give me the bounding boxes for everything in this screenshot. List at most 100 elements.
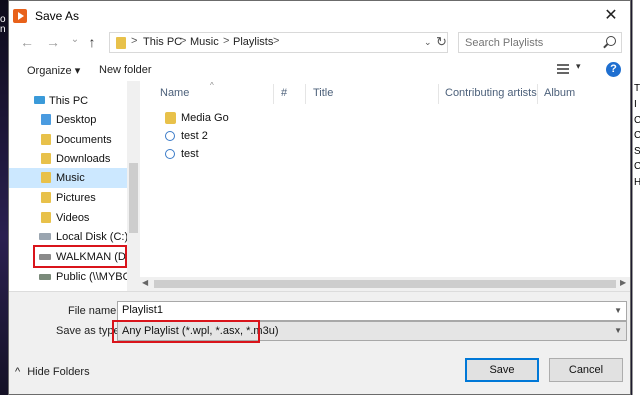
chevron-down-icon[interactable]: ▼ xyxy=(614,326,622,335)
title-bar: Save As ✕ xyxy=(9,1,630,31)
breadcrumb-playlists[interactable]: Playlists xyxy=(233,36,273,48)
list-item-media-go[interactable]: Media Go xyxy=(165,110,365,128)
breadcrumb-separator[interactable]: > xyxy=(223,35,229,47)
navigation-pane: This PC Desktop Documents Downloads Musi… xyxy=(9,81,140,291)
bg-letter: C xyxy=(634,161,640,172)
cancel-button[interactable]: Cancel xyxy=(549,358,623,382)
desktop-folder-icon xyxy=(41,114,51,125)
search-input[interactable] xyxy=(465,35,595,50)
file-name-field[interactable]: ▼ xyxy=(117,301,627,321)
column-divider xyxy=(537,84,538,104)
save-button[interactable]: Save xyxy=(465,358,539,382)
chevron-up-icon: ^ xyxy=(15,366,21,378)
bg-letter: I xyxy=(634,99,637,110)
navigation-scrollbar[interactable] xyxy=(127,81,140,291)
sidebar-item-music[interactable]: Music xyxy=(9,168,127,188)
new-folder-button[interactable]: New folder xyxy=(99,64,152,76)
sidebar-item-label: Local Disk (C:) xyxy=(56,231,129,243)
command-bar: Organize ▾ New folder ▾ ? xyxy=(9,59,630,81)
organize-button[interactable]: Organize ▾ xyxy=(27,64,80,77)
background-window-right: T I C C S C H xyxy=(632,0,640,395)
list-item-test[interactable]: test xyxy=(165,146,365,164)
column-header-title[interactable]: Title xyxy=(313,87,333,99)
column-header-name[interactable]: Name xyxy=(160,87,189,99)
playlist-icon xyxy=(165,149,175,159)
sidebar-item-pictures[interactable]: Pictures xyxy=(9,188,127,208)
playlist-icon xyxy=(165,131,175,141)
file-name: test 2 xyxy=(181,130,208,142)
folder-icon xyxy=(116,37,126,49)
sort-indicator-icon: ^ xyxy=(210,81,214,90)
sidebar-item-label: Desktop xyxy=(56,114,97,126)
file-list: ^ Name # Title Contributing artists Albu… xyxy=(140,81,630,291)
sidebar-item-label: Pictures xyxy=(56,192,96,204)
bg-letter: S xyxy=(634,146,640,157)
bg-letter: C xyxy=(634,115,640,126)
bg-letter: n xyxy=(0,24,6,35)
hide-folders-button[interactable]: ^ Hide Folders xyxy=(15,366,90,378)
view-options-caret[interactable]: ▾ xyxy=(576,61,581,72)
sidebar-item-label: Videos xyxy=(56,212,90,224)
breadcrumb-this-pc[interactable]: This PC xyxy=(143,36,182,48)
highlight-box-save-type xyxy=(112,320,260,343)
music-folder-icon xyxy=(41,172,51,183)
search-icon[interactable] xyxy=(606,36,616,46)
file-name: test xyxy=(181,148,199,160)
file-name-input[interactable] xyxy=(122,304,602,316)
window-title: Save As xyxy=(35,9,80,23)
save-as-dialog: Save As ✕ ← → ⌄ ↑ > This PC > Music > Pl… xyxy=(8,0,631,395)
up-button[interactable]: ↑ xyxy=(84,34,100,50)
sidebar-item-local-disk[interactable]: Local Disk (C:) xyxy=(9,227,129,247)
chevron-down-icon[interactable]: ▼ xyxy=(614,306,622,315)
forward-button[interactable]: → xyxy=(45,34,61,50)
breadcrumb-separator[interactable]: > xyxy=(273,35,279,47)
column-header-album[interactable]: Album xyxy=(544,87,575,99)
breadcrumb-music[interactable]: Music xyxy=(190,36,219,48)
sidebar-item-this-pc[interactable]: This PC xyxy=(9,91,127,111)
pc-icon xyxy=(34,96,45,104)
downloads-folder-icon xyxy=(41,153,51,164)
sidebar-item-public-network[interactable]: Public (\\MYBOO xyxy=(9,267,140,287)
documents-folder-icon xyxy=(41,134,51,145)
desktop-background-left: o n xyxy=(0,0,8,395)
list-item-test-2[interactable]: test 2 xyxy=(165,128,365,146)
search-box[interactable] xyxy=(458,32,622,53)
scrollbar-thumb[interactable] xyxy=(129,163,138,233)
folder-icon xyxy=(165,112,176,124)
column-header-number[interactable]: # xyxy=(281,87,287,99)
sidebar-item-downloads[interactable]: Downloads xyxy=(9,149,127,169)
highlight-box-walkman xyxy=(33,245,127,268)
column-divider xyxy=(273,84,274,104)
pictures-folder-icon xyxy=(41,192,51,203)
bg-letter: T xyxy=(634,83,640,94)
address-bar[interactable]: > This PC > Music > Playlists > ⌄ xyxy=(109,32,448,53)
media-player-icon xyxy=(13,9,27,23)
breadcrumb-separator[interactable]: > xyxy=(180,35,186,47)
videos-folder-icon xyxy=(41,212,51,223)
horizontal-scrollbar[interactable]: ◀ ▶ xyxy=(140,277,630,291)
bg-letter: H xyxy=(634,177,640,188)
sidebar-item-label: Downloads xyxy=(56,153,111,165)
column-header-contributing-artists[interactable]: Contributing artists xyxy=(445,87,537,99)
back-button[interactable]: ← xyxy=(19,34,35,50)
sidebar-item-documents[interactable]: Documents xyxy=(9,130,127,150)
bg-letter: C xyxy=(634,130,640,141)
network-drive-icon xyxy=(39,274,51,280)
help-icon[interactable]: ? xyxy=(606,62,621,77)
column-divider xyxy=(438,84,439,104)
breadcrumb-separator[interactable]: > xyxy=(131,35,137,47)
address-dropdown-button[interactable]: ⌄ xyxy=(424,37,432,48)
close-button[interactable]: ✕ xyxy=(599,6,623,26)
scroll-right-icon[interactable]: ▶ xyxy=(620,278,626,287)
file-name: Media Go xyxy=(181,112,229,124)
change-view-icon[interactable] xyxy=(557,64,569,74)
sidebar-item-videos[interactable]: Videos xyxy=(9,208,127,228)
scroll-left-icon[interactable]: ◀ xyxy=(142,278,148,287)
sidebar-item-desktop[interactable]: Desktop xyxy=(9,110,127,130)
recent-locations-button[interactable]: ⌄ xyxy=(67,34,83,45)
scrollbar-thumb[interactable] xyxy=(154,280,616,288)
local-disk-icon xyxy=(39,233,51,240)
navigation-row: ← → ⌄ ↑ > This PC > Music > Playlists > … xyxy=(9,31,630,55)
sidebar-item-label: Documents xyxy=(56,134,112,146)
refresh-icon[interactable]: ↻ xyxy=(436,34,447,50)
